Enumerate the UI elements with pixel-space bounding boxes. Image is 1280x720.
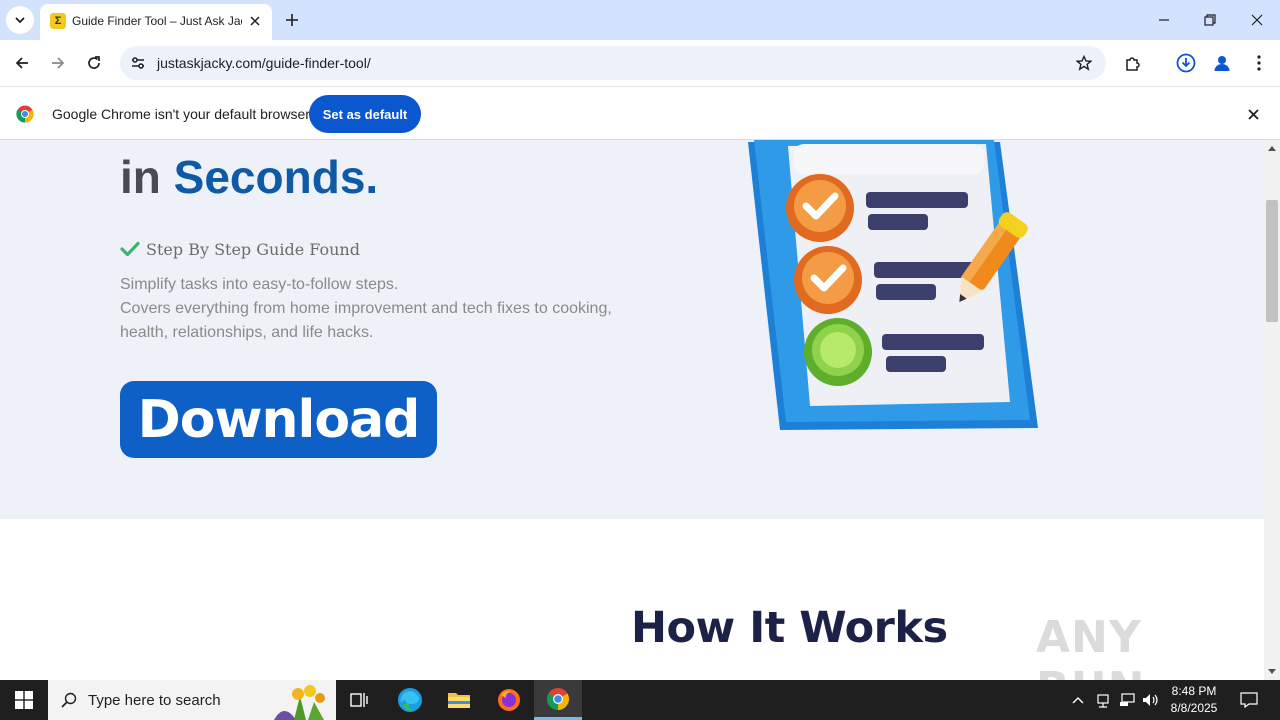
infobar-message: Google Chrome isn't your default browser xyxy=(52,106,310,122)
restore-button[interactable] xyxy=(1187,0,1233,40)
download-icon xyxy=(1176,53,1196,73)
search-placeholder: Type here to search xyxy=(88,692,221,709)
description-line: health, relationships, and life hacks. xyxy=(120,324,374,341)
bookmark-button[interactable] xyxy=(1072,51,1096,75)
close-icon xyxy=(250,16,260,26)
notification-icon xyxy=(1240,692,1258,708)
close-icon xyxy=(1247,108,1259,120)
windows-taskbar: Type here to search 8:48 PM 8/8/2025 xyxy=(0,680,1280,720)
puzzle-icon xyxy=(1126,57,1140,71)
restore-icon xyxy=(1204,14,1216,26)
menu-button[interactable] xyxy=(1245,49,1273,77)
network-tray-icon[interactable] xyxy=(1116,680,1138,720)
just-ask-jacky-favicon: Σ xyxy=(50,13,66,29)
how-it-works-heading: How It Works xyxy=(631,603,948,653)
tray-overflow-button[interactable] xyxy=(1068,680,1088,720)
windows-logo-icon xyxy=(15,691,33,709)
new-tab-button[interactable] xyxy=(280,8,304,32)
edge-icon xyxy=(398,688,422,712)
speaker-icon xyxy=(1143,694,1158,706)
chevron-up-icon xyxy=(1072,697,1084,704)
task-view-icon xyxy=(350,693,368,707)
flowers-search-highlight-icon xyxy=(274,685,325,720)
hero-heading: in Seconds. xyxy=(120,150,378,204)
clock-time: 8:48 PM xyxy=(1171,684,1217,698)
default-browser-infobar: Google Chrome isn't your default browser… xyxy=(0,86,1280,140)
chrome-icon xyxy=(547,687,569,710)
taskbar-clock[interactable]: 8:48 PM 8/8/2025 xyxy=(1160,683,1228,717)
extensions-button[interactable] xyxy=(1119,49,1147,77)
device-icon xyxy=(1097,694,1109,708)
set-as-default-button[interactable]: Set as default xyxy=(309,95,421,133)
back-button[interactable] xyxy=(8,49,36,77)
browser-tab[interactable]: Σ Guide Finder Tool – Just Ask Jacky xyxy=(40,4,272,40)
forward-button[interactable] xyxy=(44,49,72,77)
check-icon xyxy=(120,241,140,257)
start-button[interactable] xyxy=(0,680,48,720)
arrow-left-icon xyxy=(15,57,28,69)
volume-tray-icon[interactable] xyxy=(1140,680,1162,720)
tab-strip: Σ Guide Finder Tool – Just Ask Jacky xyxy=(0,0,1280,40)
scrollbar-thumb[interactable] xyxy=(1266,200,1278,322)
reload-icon xyxy=(88,56,100,69)
edge-taskbar-icon[interactable] xyxy=(386,680,434,720)
taskbar-search-box[interactable]: Type here to search xyxy=(48,680,336,720)
chevron-down-icon xyxy=(15,17,25,24)
hero-heading-prefix: in xyxy=(120,151,174,203)
profile-button[interactable] xyxy=(1208,49,1236,77)
description-line: Simplify tasks into easy-to-follow steps… xyxy=(120,276,399,293)
close-window-button[interactable] xyxy=(1234,0,1280,40)
feature-item: Step By Step Guide Found xyxy=(120,239,360,259)
minimize-button[interactable] xyxy=(1141,0,1187,40)
web-page: in Seconds. Step By Step Guide Found Sim… xyxy=(0,140,1264,680)
search-icon xyxy=(61,692,77,708)
scroll-up-button[interactable] xyxy=(1264,140,1280,156)
description-line: Covers everything from home improvement … xyxy=(120,300,612,317)
firefox-taskbar-icon[interactable] xyxy=(485,680,533,720)
site-info-button[interactable] xyxy=(126,51,150,75)
arrow-up-icon xyxy=(1268,146,1276,151)
folder-icon xyxy=(448,693,470,708)
url-text[interactable]: justaskjacky.com/guide-finder-tool/ xyxy=(157,55,371,71)
watermark-text: ANY RUN xyxy=(1036,612,1144,680)
firefox-icon xyxy=(498,689,520,711)
plus-icon xyxy=(286,14,298,26)
file-explorer-taskbar-icon[interactable] xyxy=(435,680,483,720)
browser-toolbar: justaskjacky.com/guide-finder-tool/ xyxy=(0,40,1280,86)
hero-description: Simplify tasks into easy-to-follow steps… xyxy=(120,273,640,345)
infobar-close-button[interactable] xyxy=(1243,104,1263,124)
hero-section: in Seconds. Step By Step Guide Found Sim… xyxy=(0,140,1264,519)
tab-title: Guide Finder Tool – Just Ask Jacky xyxy=(72,14,242,28)
feature-label: Step By Step Guide Found xyxy=(146,239,360,259)
chrome-logo-icon xyxy=(16,105,34,123)
reload-button[interactable] xyxy=(80,49,108,77)
task-view-button[interactable] xyxy=(336,680,384,720)
scroll-down-button[interactable] xyxy=(1264,664,1280,680)
notifications-button[interactable] xyxy=(1234,680,1264,720)
anyrun-watermark: ANY RUN xyxy=(1036,612,1264,680)
page-scrollbar[interactable] xyxy=(1264,140,1280,680)
tab-search-button[interactable] xyxy=(6,6,34,34)
network-icon xyxy=(1120,693,1135,706)
clock-date: 8/8/2025 xyxy=(1170,701,1218,715)
close-icon xyxy=(1251,14,1263,26)
hero-heading-accent: Seconds. xyxy=(173,151,379,203)
more-vert-icon xyxy=(1257,55,1261,71)
tune-icon xyxy=(132,57,144,69)
downloads-button[interactable] xyxy=(1172,49,1200,77)
address-bar[interactable]: justaskjacky.com/guide-finder-tool/ xyxy=(120,46,1106,80)
meet-now-tray-icon[interactable] xyxy=(1092,680,1114,720)
arrow-down-icon xyxy=(1268,669,1276,674)
checklist-illustration xyxy=(748,140,1038,430)
chrome-taskbar-icon[interactable] xyxy=(534,680,582,720)
download-button[interactable]: Download xyxy=(120,381,437,458)
tab-close-button[interactable] xyxy=(246,12,264,30)
minimize-icon xyxy=(1159,19,1169,21)
avatar-icon xyxy=(1214,56,1230,71)
star-icon xyxy=(1076,55,1092,71)
arrow-right-icon xyxy=(52,57,65,69)
